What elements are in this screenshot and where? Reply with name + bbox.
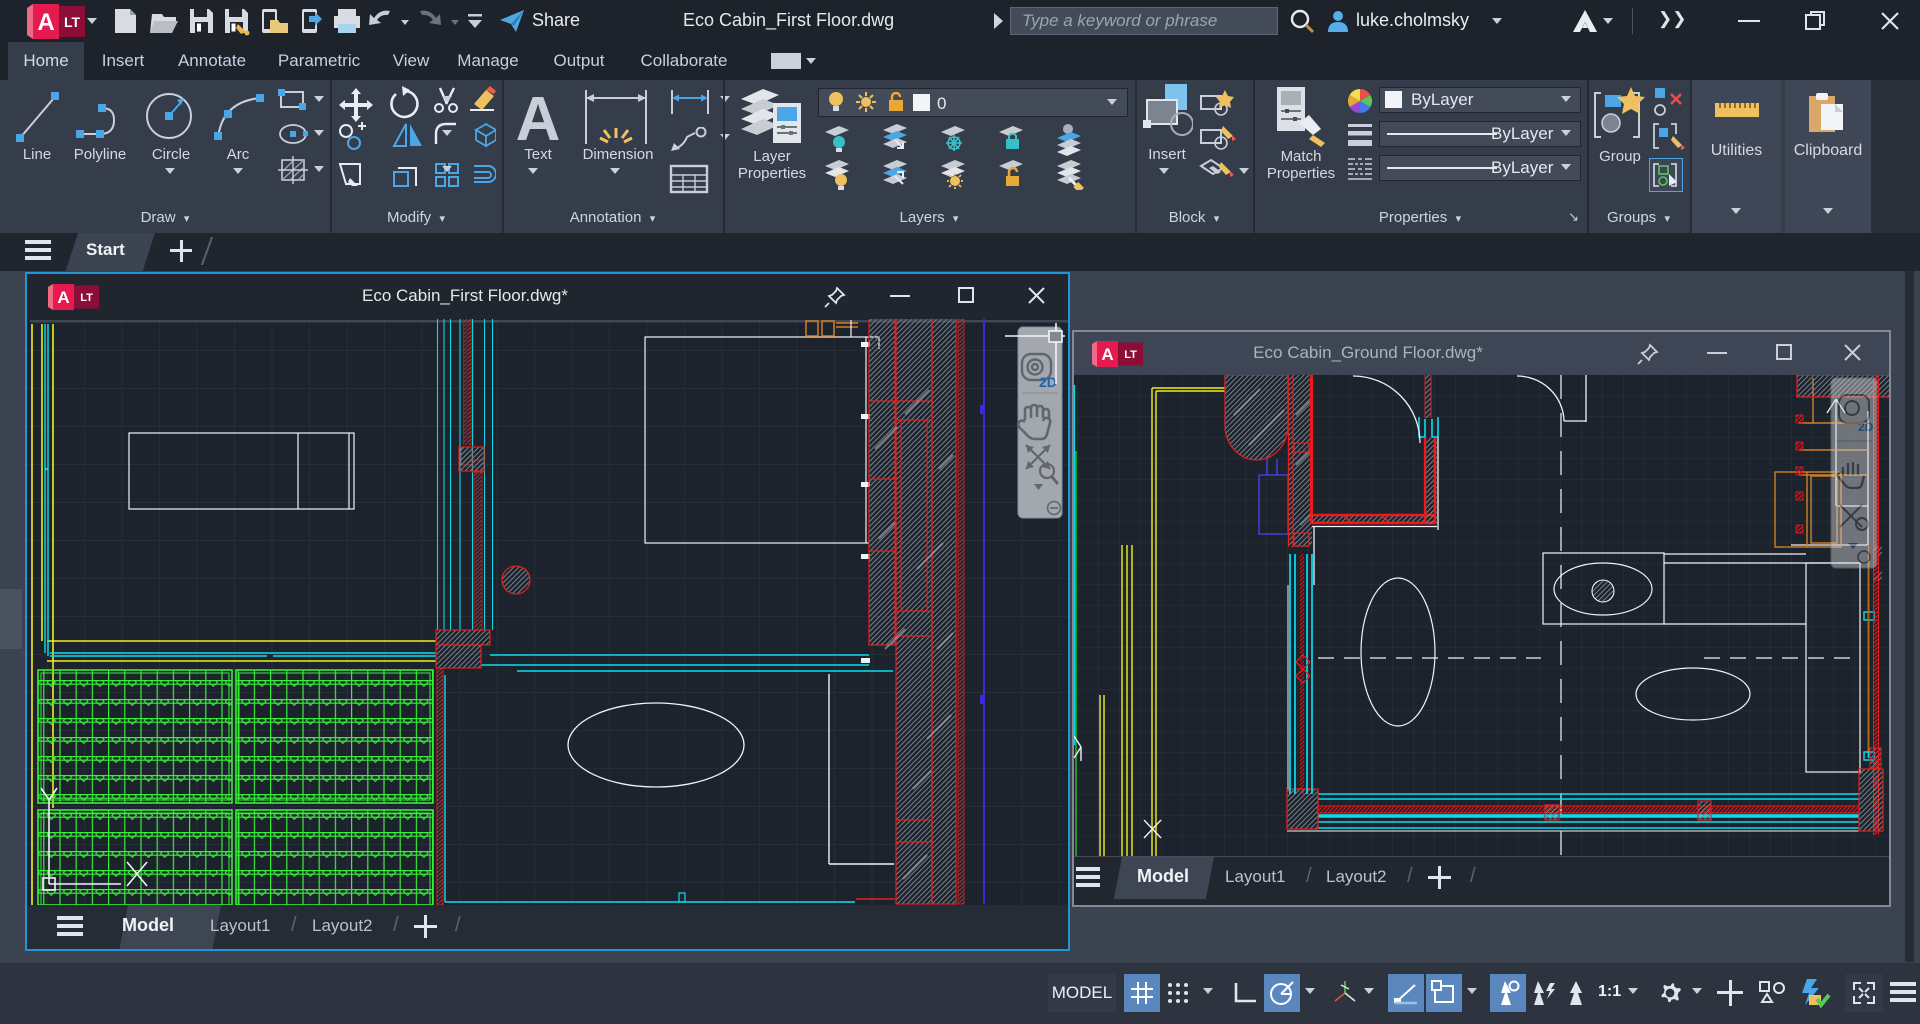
svg-text:2D: 2D	[1039, 374, 1057, 390]
svg-text:0: 0	[937, 94, 946, 113]
svg-text:LT: LT	[64, 14, 81, 30]
svg-text:A: A	[37, 9, 54, 36]
svg-text:2D: 2D	[1858, 420, 1874, 434]
